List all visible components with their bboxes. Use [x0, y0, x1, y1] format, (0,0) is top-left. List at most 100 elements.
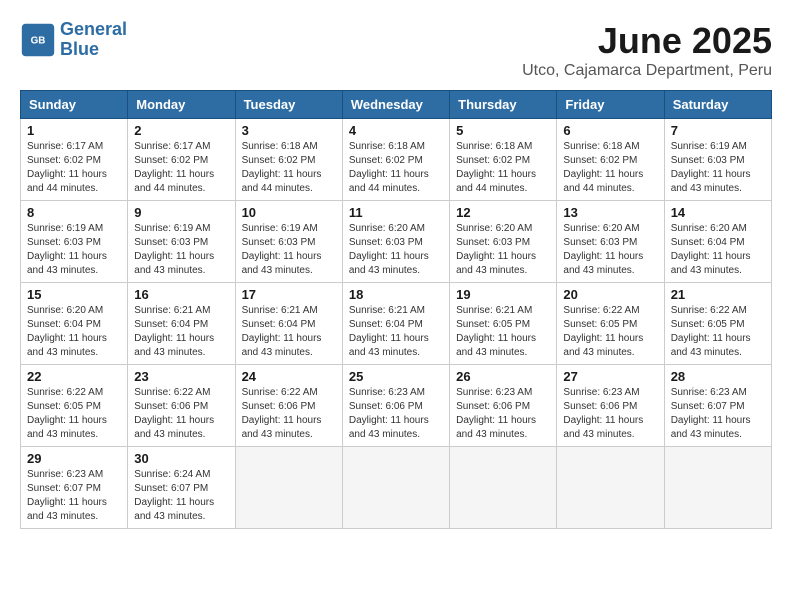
day-number: 24 [242, 369, 336, 384]
day-number: 20 [563, 287, 657, 302]
day-info: Sunrise: 6:19 AM Sunset: 6:03 PM Dayligh… [27, 222, 121, 278]
day-number: 28 [671, 369, 765, 384]
day-number: 23 [134, 369, 228, 384]
day-info: Sunrise: 6:23 AM Sunset: 6:06 PM Dayligh… [456, 386, 550, 442]
day-number: 22 [27, 369, 121, 384]
day-info: Sunrise: 6:19 AM Sunset: 6:03 PM Dayligh… [671, 140, 765, 196]
table-row: 6 Sunrise: 6:18 AM Sunset: 6:02 PM Daylig… [557, 119, 664, 201]
table-row: 12 Sunrise: 6:20 AM Sunset: 6:03 PM Dayli… [450, 201, 557, 283]
table-row: 24 Sunrise: 6:22 AM Sunset: 6:06 PM Dayli… [235, 365, 342, 447]
table-row: 30 Sunrise: 6:24 AM Sunset: 6:07 PM Dayli… [128, 447, 235, 529]
day-info: Sunrise: 6:20 AM Sunset: 6:03 PM Dayligh… [349, 222, 443, 278]
day-number: 19 [456, 287, 550, 302]
logo-icon: GB [20, 22, 56, 58]
svg-text:GB: GB [31, 35, 46, 46]
table-row [557, 447, 664, 529]
day-number: 29 [27, 451, 121, 466]
table-row: 27 Sunrise: 6:23 AM Sunset: 6:06 PM Dayli… [557, 365, 664, 447]
page-header: GB General Blue June 2025 Utco, Cajamarc… [20, 20, 772, 80]
table-row: 25Sunrise: 6:23 AM Sunset: 6:06 PM Dayli… [342, 365, 449, 447]
day-number: 25 [349, 369, 443, 384]
day-number: 14 [671, 205, 765, 220]
table-row: 16 Sunrise: 6:21 AM Sunset: 6:04 PM Dayli… [128, 283, 235, 365]
table-row: 21 Sunrise: 6:22 AM Sunset: 6:05 PM Dayli… [664, 283, 771, 365]
day-info: Sunrise: 6:23 AM Sunset: 6:07 PM Dayligh… [27, 468, 121, 524]
day-info: Sunrise: 6:17 AM Sunset: 6:02 PM Dayligh… [27, 140, 121, 196]
col-sunday: Sunday [21, 91, 128, 119]
day-info: Sunrise: 6:21 AM Sunset: 6:04 PM Dayligh… [242, 304, 336, 360]
table-row: 22 Sunrise: 6:22 AM Sunset: 6:05 PM Dayli… [21, 365, 128, 447]
table-row: 18 Sunrise: 6:21 AM Sunset: 6:04 PM Dayli… [342, 283, 449, 365]
day-number: 15 [27, 287, 121, 302]
day-info: Sunrise: 6:22 AM Sunset: 6:06 PM Dayligh… [134, 386, 228, 442]
table-row: 1 Sunrise: 6:17 AM Sunset: 6:02 PM Daylig… [21, 119, 128, 201]
day-info: Sunrise: 6:22 AM Sunset: 6:05 PM Dayligh… [671, 304, 765, 360]
table-row: 20 Sunrise: 6:22 AM Sunset: 6:05 PM Dayli… [557, 283, 664, 365]
table-row: 13 Sunrise: 6:20 AM Sunset: 6:03 PM Dayli… [557, 201, 664, 283]
day-number: 16 [134, 287, 228, 302]
table-row: 14 Sunrise: 6:20 AM Sunset: 6:04 PM Dayli… [664, 201, 771, 283]
day-info: Sunrise: 6:20 AM Sunset: 6:03 PM Dayligh… [563, 222, 657, 278]
day-info: Sunrise: 6:21 AM Sunset: 6:04 PM Dayligh… [349, 304, 443, 360]
day-number: 1 [27, 123, 121, 138]
table-row: 3 Sunrise: 6:18 AM Sunset: 6:02 PM Daylig… [235, 119, 342, 201]
col-monday: Monday [128, 91, 235, 119]
day-info: Sunrise: 6:20 AM Sunset: 6:04 PM Dayligh… [671, 222, 765, 278]
day-number: 11 [349, 205, 443, 220]
day-info: Sunrise: 6:21 AM Sunset: 6:04 PM Dayligh… [134, 304, 228, 360]
day-number: 18 [349, 287, 443, 302]
table-row: 29 Sunrise: 6:23 AM Sunset: 6:07 PM Dayli… [21, 447, 128, 529]
day-info: Sunrise: 6:22 AM Sunset: 6:06 PM Dayligh… [242, 386, 336, 442]
table-row: 11 Sunrise: 6:20 AM Sunset: 6:03 PM Dayli… [342, 201, 449, 283]
col-saturday: Saturday [664, 91, 771, 119]
col-thursday: Thursday [450, 91, 557, 119]
day-number: 6 [563, 123, 657, 138]
day-number: 12 [456, 205, 550, 220]
day-info: Sunrise: 6:24 AM Sunset: 6:07 PM Dayligh… [134, 468, 228, 524]
day-info: Sunrise: 6:23 AM Sunset: 6:06 PM Dayligh… [563, 386, 657, 442]
day-number: 30 [134, 451, 228, 466]
day-number: 27 [563, 369, 657, 384]
table-row: 19 Sunrise: 6:21 AM Sunset: 6:05 PM Dayli… [450, 283, 557, 365]
day-number: 8 [27, 205, 121, 220]
day-info: Sunrise: 6:18 AM Sunset: 6:02 PM Dayligh… [456, 140, 550, 196]
day-info: Sunrise: 6:18 AM Sunset: 6:02 PM Dayligh… [242, 140, 336, 196]
logo-general: General [60, 19, 127, 39]
day-number: 5 [456, 123, 550, 138]
table-row: 2Sunrise: 6:17 AM Sunset: 6:02 PM Daylig… [128, 119, 235, 201]
day-info: Sunrise: 6:18 AM Sunset: 6:02 PM Dayligh… [563, 140, 657, 196]
table-row: 4Sunrise: 6:18 AM Sunset: 6:02 PM Daylig… [342, 119, 449, 201]
day-number: 2 [134, 123, 228, 138]
table-row: 15 Sunrise: 6:20 AM Sunset: 6:04 PM Dayli… [21, 283, 128, 365]
day-number: 4 [349, 123, 443, 138]
day-info: Sunrise: 6:21 AM Sunset: 6:05 PM Dayligh… [456, 304, 550, 360]
col-wednesday: Wednesday [342, 91, 449, 119]
day-info: Sunrise: 6:22 AM Sunset: 6:05 PM Dayligh… [27, 386, 121, 442]
day-number: 13 [563, 205, 657, 220]
day-number: 21 [671, 287, 765, 302]
location-title: Utco, Cajamarca Department, Peru [522, 62, 772, 80]
day-number: 7 [671, 123, 765, 138]
col-friday: Friday [557, 91, 664, 119]
col-tuesday: Tuesday [235, 91, 342, 119]
day-info: Sunrise: 6:23 AM Sunset: 6:07 PM Dayligh… [671, 386, 765, 442]
table-row [450, 447, 557, 529]
calendar-table: Sunday Monday Tuesday Wednesday Thursday… [20, 90, 772, 529]
month-title: June 2025 [522, 20, 772, 62]
table-row: 28 Sunrise: 6:23 AM Sunset: 6:07 PM Dayli… [664, 365, 771, 447]
table-row: 9Sunrise: 6:19 AM Sunset: 6:03 PM Daylig… [128, 201, 235, 283]
table-row: 17 Sunrise: 6:21 AM Sunset: 6:04 PM Dayli… [235, 283, 342, 365]
logo-blue: Blue [60, 39, 99, 59]
calendar-header-row: Sunday Monday Tuesday Wednesday Thursday… [21, 91, 772, 119]
day-number: 9 [134, 205, 228, 220]
day-number: 3 [242, 123, 336, 138]
table-row: 10Sunrise: 6:19 AM Sunset: 6:03 PM Dayli… [235, 201, 342, 283]
logo: GB General Blue [20, 20, 127, 60]
day-info: Sunrise: 6:20 AM Sunset: 6:03 PM Dayligh… [456, 222, 550, 278]
table-row: 5 Sunrise: 6:18 AM Sunset: 6:02 PM Daylig… [450, 119, 557, 201]
day-info: Sunrise: 6:19 AM Sunset: 6:03 PM Dayligh… [242, 222, 336, 278]
day-info: Sunrise: 6:22 AM Sunset: 6:05 PM Dayligh… [563, 304, 657, 360]
day-number: 17 [242, 287, 336, 302]
day-info: Sunrise: 6:20 AM Sunset: 6:04 PM Dayligh… [27, 304, 121, 360]
table-row: 7 Sunrise: 6:19 AM Sunset: 6:03 PM Daylig… [664, 119, 771, 201]
